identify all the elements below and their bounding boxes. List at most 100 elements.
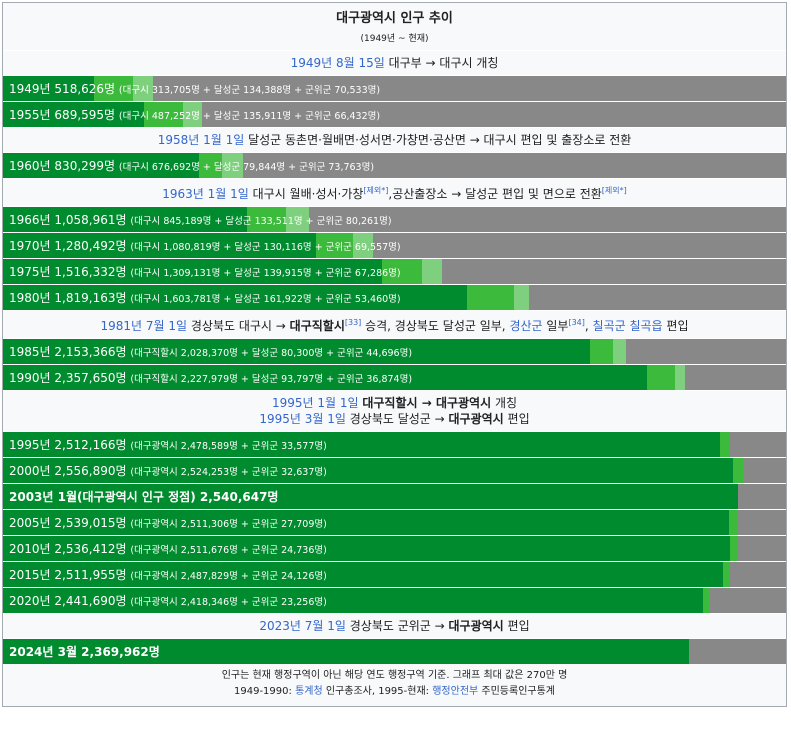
chart-rows: 1949년 8월 15일 대구부 → 대구시 개칭 1949년 518,626명 …: [3, 50, 786, 664]
footnote-ref[interactable]: [제외*]: [602, 186, 627, 195]
population-bar: 1985년 2,153,366명 (대구직할시 2,028,370명 + 달성군…: [3, 338, 786, 364]
population-bar: 2015년 2,511,955명 (대구광역시 2,487,829명 + 군위군…: [3, 561, 786, 587]
bar-total: 1,819,163명: [54, 291, 127, 305]
bar-year: 2020년: [9, 594, 51, 608]
population-bar: 2020년 2,441,690명 (대구광역시 2,418,346명 + 군위군…: [3, 587, 786, 613]
event-line: 1949년 8월 15일 대구부 → 대구시 개칭: [3, 55, 786, 71]
bar-detail: (대구광역시 2,478,589명 + 군위군 33,577명): [130, 441, 327, 452]
bar-total: 1,280,492명: [54, 239, 127, 253]
event-text: 대구부 → 대구시 개칭: [384, 56, 499, 70]
date-link[interactable]: 1963년 1월 1일: [162, 187, 249, 201]
event-header: 2023년 7월 1일 경상북도 군위군 → 대구광역시 편입: [3, 613, 786, 638]
date-link[interactable]: 1958년 1월 1일: [158, 133, 245, 147]
bar-detail: (대구광역시 2,511,306명 + 군위군 27,709명): [130, 519, 327, 530]
date-link[interactable]: 1981년 7월 1일: [101, 319, 188, 333]
bar-year: 1955년: [9, 108, 51, 122]
bar-segment: [733, 458, 743, 483]
bar-total: 689,595명: [54, 108, 116, 122]
bar-segment: [719, 432, 730, 457]
bar-year: 1980년: [9, 291, 51, 305]
event-text: 편입: [662, 319, 689, 333]
bar-segment: [729, 510, 738, 535]
source-link-kostat[interactable]: 통계청: [295, 686, 323, 697]
event-header: 1995년 1월 1일 대구직할시 → 대구광역시 개칭 1995년 3월 1일 …: [3, 390, 786, 431]
bar-label: 1980년 1,819,163명 (대구시 1,603,781명 + 달성군 1…: [9, 285, 401, 310]
footnote-ref[interactable]: [34]: [568, 318, 584, 327]
bar-label-text: 2003년 1월(대구광역시 인구 정점) 2,540,647명: [9, 490, 279, 504]
population-bar: 1970년 1,280,492명 (대구시 1,080,819명 + 달성군 1…: [3, 232, 786, 258]
bar-label: 1995년 2,512,166명 (대구광역시 2,478,589명 + 군위군…: [9, 432, 327, 457]
bar-year: 1995년: [9, 438, 51, 452]
population-bar: 1975년 1,516,332명 (대구시 1,309,131명 + 달성군 1…: [3, 258, 786, 284]
event-line: 1963년 1월 1일 대구시 월배·성서·가창[제외*],공산출장소 → 달성…: [3, 183, 786, 202]
footnote-ref[interactable]: [33]: [345, 318, 361, 327]
event-text: 경상북도 대구시 →: [187, 319, 290, 333]
bar-segment: [729, 536, 737, 561]
bar-label: 2010년 2,536,412명 (대구광역시 2,511,676명 + 군위군…: [9, 536, 327, 561]
population-bar: 1990년 2,357,650명 (대구직할시 2,227,979명 + 달성군…: [3, 364, 786, 390]
bar-label: 2000년 2,556,890명 (대구광역시 2,524,253명 + 군위군…: [9, 458, 327, 483]
date-link[interactable]: 경산군: [509, 319, 542, 333]
date-link[interactable]: 1995년 3월 1일: [259, 412, 346, 426]
bar-segment: [466, 285, 514, 310]
bar-detail: (대구직할시 2,028,370명 + 달성군 80,300명 + 군위군 44…: [130, 348, 413, 359]
bar-segment: [612, 339, 626, 364]
date-link[interactable]: 1949년 8월 15일: [291, 56, 385, 70]
bar-detail: (대구직할시 2,227,979명 + 달성군 93,797명 + 군위군 36…: [130, 374, 413, 385]
date-link[interactable]: 2023년 7월 1일: [259, 619, 346, 633]
bar-segment: [674, 365, 686, 390]
population-bar: 2024년 3월 2,369,962명: [3, 638, 786, 664]
population-bar: 1949년 518,626명 (대구시 313,705명 + 달성군 134,3…: [3, 75, 786, 101]
event-text: 편입: [503, 412, 530, 426]
bar-label-text: 2024년 3월 2,369,962명: [9, 645, 160, 659]
bar-year: 1975년: [9, 265, 51, 279]
bar-detail: (대구시 313,705명 + 달성군 134,388명 + 군위군 70,53…: [118, 85, 381, 96]
event-header: 1981년 7월 1일 경상북도 대구시 → 대구직할시[33] 승격, 경상북…: [3, 310, 786, 338]
bar-detail: (대구시 676,692명 + 달성군 79,844명 + 군위군 73,763…: [118, 162, 375, 173]
event-line: 1981년 7월 1일 경상북도 대구시 → 대구직할시[33] 승격, 경상북…: [3, 315, 786, 334]
bar-year: 2010년: [9, 542, 51, 556]
bar-total: 1,058,961명: [54, 213, 127, 227]
bar-year: 2000년: [9, 464, 51, 478]
source-link-mois[interactable]: 행정안전부: [432, 686, 478, 697]
footer-text: 주민등록인구통계: [478, 686, 555, 697]
bar-total: 2,153,366명: [54, 345, 127, 359]
event-text: 일부: [542, 319, 569, 333]
bar-segment: [513, 285, 530, 310]
bar-label: 1975년 1,516,332명 (대구시 1,309,131명 + 달성군 1…: [9, 259, 401, 284]
population-chart: 대구광역시 인구 추이 (1949년 ~ 현재) 1949년 8월 15일 대구…: [2, 2, 787, 707]
bar-total: 2,539,015명: [54, 516, 127, 530]
bar-label: 1955년 689,595명 (대구시 487,252명 + 달성군 135,9…: [9, 102, 380, 127]
bar-total: 830,299명: [54, 159, 116, 173]
bar-total: 2,556,890명: [54, 464, 127, 478]
bold-text: 대구광역시: [448, 619, 504, 633]
bar-label: 1985년 2,153,366명 (대구직할시 2,028,370명 + 달성군…: [9, 339, 412, 364]
bar-total: 2,511,955명: [54, 568, 127, 582]
bar-segment: [589, 339, 613, 364]
event-text: 경상북도 달성군 →: [345, 412, 449, 426]
bar-segment: [722, 562, 730, 587]
bar-label: 2024년 3월 2,369,962명: [9, 639, 160, 664]
bar-label: 2015년 2,511,955명 (대구광역시 2,487,829명 + 군위군…: [9, 562, 327, 587]
date-link[interactable]: 1995년 1월 1일: [272, 396, 359, 410]
chart-subtitle: (1949년 ~ 현재): [360, 34, 429, 44]
bar-label: 1949년 518,626명 (대구시 313,705명 + 달성군 134,3…: [9, 76, 380, 101]
bar-detail: (대구광역시 2,487,829명 + 군위군 24,126명): [130, 571, 327, 582]
event-text: 대구시 월배·성서·가창: [248, 187, 364, 201]
event-text: 달성군 동촌면·월배면·성서면·가창면·공산면 → 대구시 편입 및 출장소로 …: [244, 133, 632, 147]
bar-year: 1949년: [9, 82, 51, 96]
population-bar: 2003년 1월(대구광역시 인구 정점) 2,540,647명: [3, 483, 786, 509]
event-header: 1958년 1월 1일 달성군 동촌면·월배면·성서면·가창면·공산면 → 대구…: [3, 127, 786, 152]
event-text: ,공산출장소: [388, 187, 448, 201]
population-bar: 1966년 1,058,961명 (대구시 845,189명 + 달성군 133…: [3, 206, 786, 232]
event-text: 개칭: [491, 396, 518, 410]
event-line: 2023년 7월 1일 경상북도 군위군 → 대구광역시 편입: [3, 618, 786, 634]
bar-detail: (대구시 1,309,131명 + 달성군 139,915명 + 군위군 67,…: [130, 268, 401, 279]
date-link[interactable]: 칠곡군 칠곡읍: [593, 319, 663, 333]
bar-detail: (대구시 1,603,781명 + 달성군 161,922명 + 군위군 53,…: [130, 294, 401, 305]
bar-label: 1960년 830,299명 (대구시 676,692명 + 달성군 79,84…: [9, 153, 374, 178]
footnote-ref[interactable]: [제외*]: [363, 186, 388, 195]
population-bar: 2000년 2,556,890명 (대구광역시 2,524,253명 + 군위군…: [3, 457, 786, 483]
bar-year: 1990년: [9, 371, 51, 385]
bold-text: 대구직할시: [289, 319, 345, 333]
